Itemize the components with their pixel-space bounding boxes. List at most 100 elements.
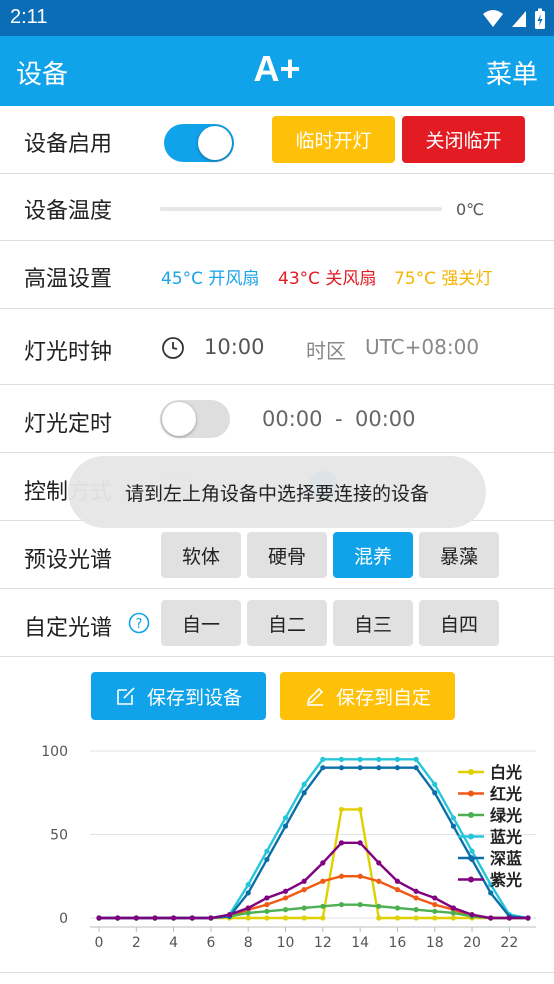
series-point-5 — [282, 888, 289, 894]
legend-label-1: 红光 — [490, 785, 522, 804]
save-to-custom-button[interactable]: 保存到自定 — [280, 672, 455, 720]
series-point-5 — [338, 840, 345, 846]
save-to-custom-label: 保存到自定 — [335, 686, 431, 709]
series-point-1 — [264, 902, 270, 908]
temperature-bar — [160, 207, 442, 211]
preset-spectrum-label: 预设光谱 — [24, 548, 113, 573]
x-tick-label: 4 — [169, 935, 178, 951]
series-point-0 — [357, 806, 363, 813]
series-point-2 — [450, 910, 456, 916]
y-tick-label: 100 — [41, 744, 68, 760]
temperature-value: 0℃ — [456, 200, 485, 219]
series-point-1 — [432, 902, 438, 908]
timer-end[interactable]: 00:00 — [355, 407, 416, 431]
series-point-5 — [506, 915, 512, 921]
timer-separator: - — [335, 407, 343, 431]
device-temperature-label: 设备温度 — [24, 199, 113, 224]
series-point-0 — [450, 915, 456, 921]
series-point-0 — [376, 915, 382, 921]
light-off-setting[interactable]: 75°C 强关灯 — [394, 264, 492, 289]
series-point-5 — [320, 860, 326, 866]
series-point-3 — [469, 848, 475, 854]
custom-option-3[interactable]: 自三 — [333, 600, 413, 646]
series-point-4 — [338, 765, 345, 771]
legend-label-3: 蓝光 — [490, 828, 522, 847]
series-point-5 — [264, 895, 270, 901]
custom-option-2[interactable]: 自二 — [247, 600, 327, 646]
legend-label-2: 绿光 — [490, 806, 522, 825]
status-icons — [482, 8, 546, 30]
light-clock-label: 灯光时钟 — [24, 340, 113, 365]
series-point-5 — [357, 840, 363, 846]
series-point-1 — [413, 895, 419, 901]
series-point-2 — [282, 907, 289, 913]
series-point-3 — [338, 756, 345, 762]
series-point-5 — [226, 912, 233, 918]
series-point-1 — [338, 873, 345, 879]
series-point-2 — [376, 903, 382, 909]
legend-marker-0 — [468, 769, 474, 775]
custom-option-1[interactable]: 自一 — [161, 600, 241, 646]
status-time: 2:11 — [10, 6, 48, 28]
series-point-4 — [394, 765, 401, 771]
series-point-5 — [376, 860, 382, 866]
y-tick-label: 0 — [59, 911, 68, 927]
series-point-0 — [320, 915, 326, 921]
series-point-0 — [245, 915, 251, 921]
x-tick-label: 0 — [95, 935, 104, 951]
series-point-2 — [245, 910, 251, 916]
fan-on-setting[interactable]: 45°C 开风扇 — [161, 264, 259, 289]
toggle-knob — [198, 126, 232, 160]
temp-light-on-button[interactable]: 临时开灯 — [272, 116, 395, 163]
series-point-3 — [432, 781, 438, 787]
preset-option-soft[interactable]: 软体 — [161, 532, 241, 578]
app-title: A+ — [253, 48, 301, 89]
series-point-1 — [282, 895, 289, 901]
signal-icon — [512, 11, 526, 27]
series-point-5 — [301, 878, 307, 884]
preset-option-hard[interactable]: 硬骨 — [247, 532, 327, 578]
close-temp-light-button[interactable]: 关闭临开 — [402, 116, 525, 163]
series-point-0 — [338, 806, 345, 813]
chart-legend: 白光红光绿光蓝光深蓝紫光 — [458, 763, 522, 890]
series-point-3 — [394, 756, 401, 762]
series-point-5 — [525, 915, 531, 921]
series-point-5 — [115, 915, 121, 921]
timezone-value[interactable]: UTC+08:00 — [365, 335, 479, 359]
preset-option-mixed[interactable]: 混养 — [333, 532, 413, 578]
light-timer-label: 灯光定时 — [24, 412, 113, 437]
x-tick-label: 10 — [277, 935, 295, 951]
series-point-1 — [394, 887, 401, 893]
device-enable-toggle[interactable] — [164, 124, 234, 162]
question-circle-icon[interactable]: ? — [128, 612, 150, 634]
series-point-5 — [208, 915, 214, 921]
timer-start[interactable]: 00:00 — [262, 407, 323, 431]
series-line-0 — [99, 808, 528, 920]
menu-button[interactable]: 菜单 — [486, 54, 538, 91]
series-point-4 — [264, 856, 270, 863]
series-point-1 — [357, 873, 363, 879]
toggle-knob — [162, 402, 196, 436]
series-point-4 — [432, 790, 438, 796]
x-tick-label: 8 — [244, 935, 253, 951]
series-point-2 — [357, 902, 363, 908]
series-point-2 — [301, 905, 307, 911]
row-high-temp: 高温设置 45°C 开风扇 43°C 关风扇 75°C 强关灯 — [0, 241, 554, 309]
legend-label-4: 深蓝 — [490, 849, 522, 868]
preset-option-algae[interactable]: 暴藻 — [419, 532, 499, 578]
fan-off-setting[interactable]: 43°C 关风扇 — [278, 264, 376, 289]
svg-text:?: ? — [136, 617, 143, 632]
row-light-timer: 灯光定时 00:00 - 00:00 — [0, 385, 554, 453]
light-timer-toggle[interactable] — [160, 400, 230, 438]
series-point-5 — [394, 878, 401, 884]
custom-spectrum-label: 自定光谱 — [24, 616, 113, 641]
x-tick-label: 20 — [463, 935, 481, 951]
series-point-4 — [488, 890, 494, 896]
clock-time[interactable]: 10:00 — [204, 335, 265, 359]
series-point-3 — [245, 882, 251, 888]
high-temp-label: 高温设置 — [24, 267, 113, 292]
custom-option-4[interactable]: 自四 — [419, 600, 499, 646]
legend-marker-3 — [468, 833, 474, 840]
y-tick-label: 50 — [50, 828, 68, 844]
save-to-device-button[interactable]: 保存到设备 — [91, 672, 266, 720]
